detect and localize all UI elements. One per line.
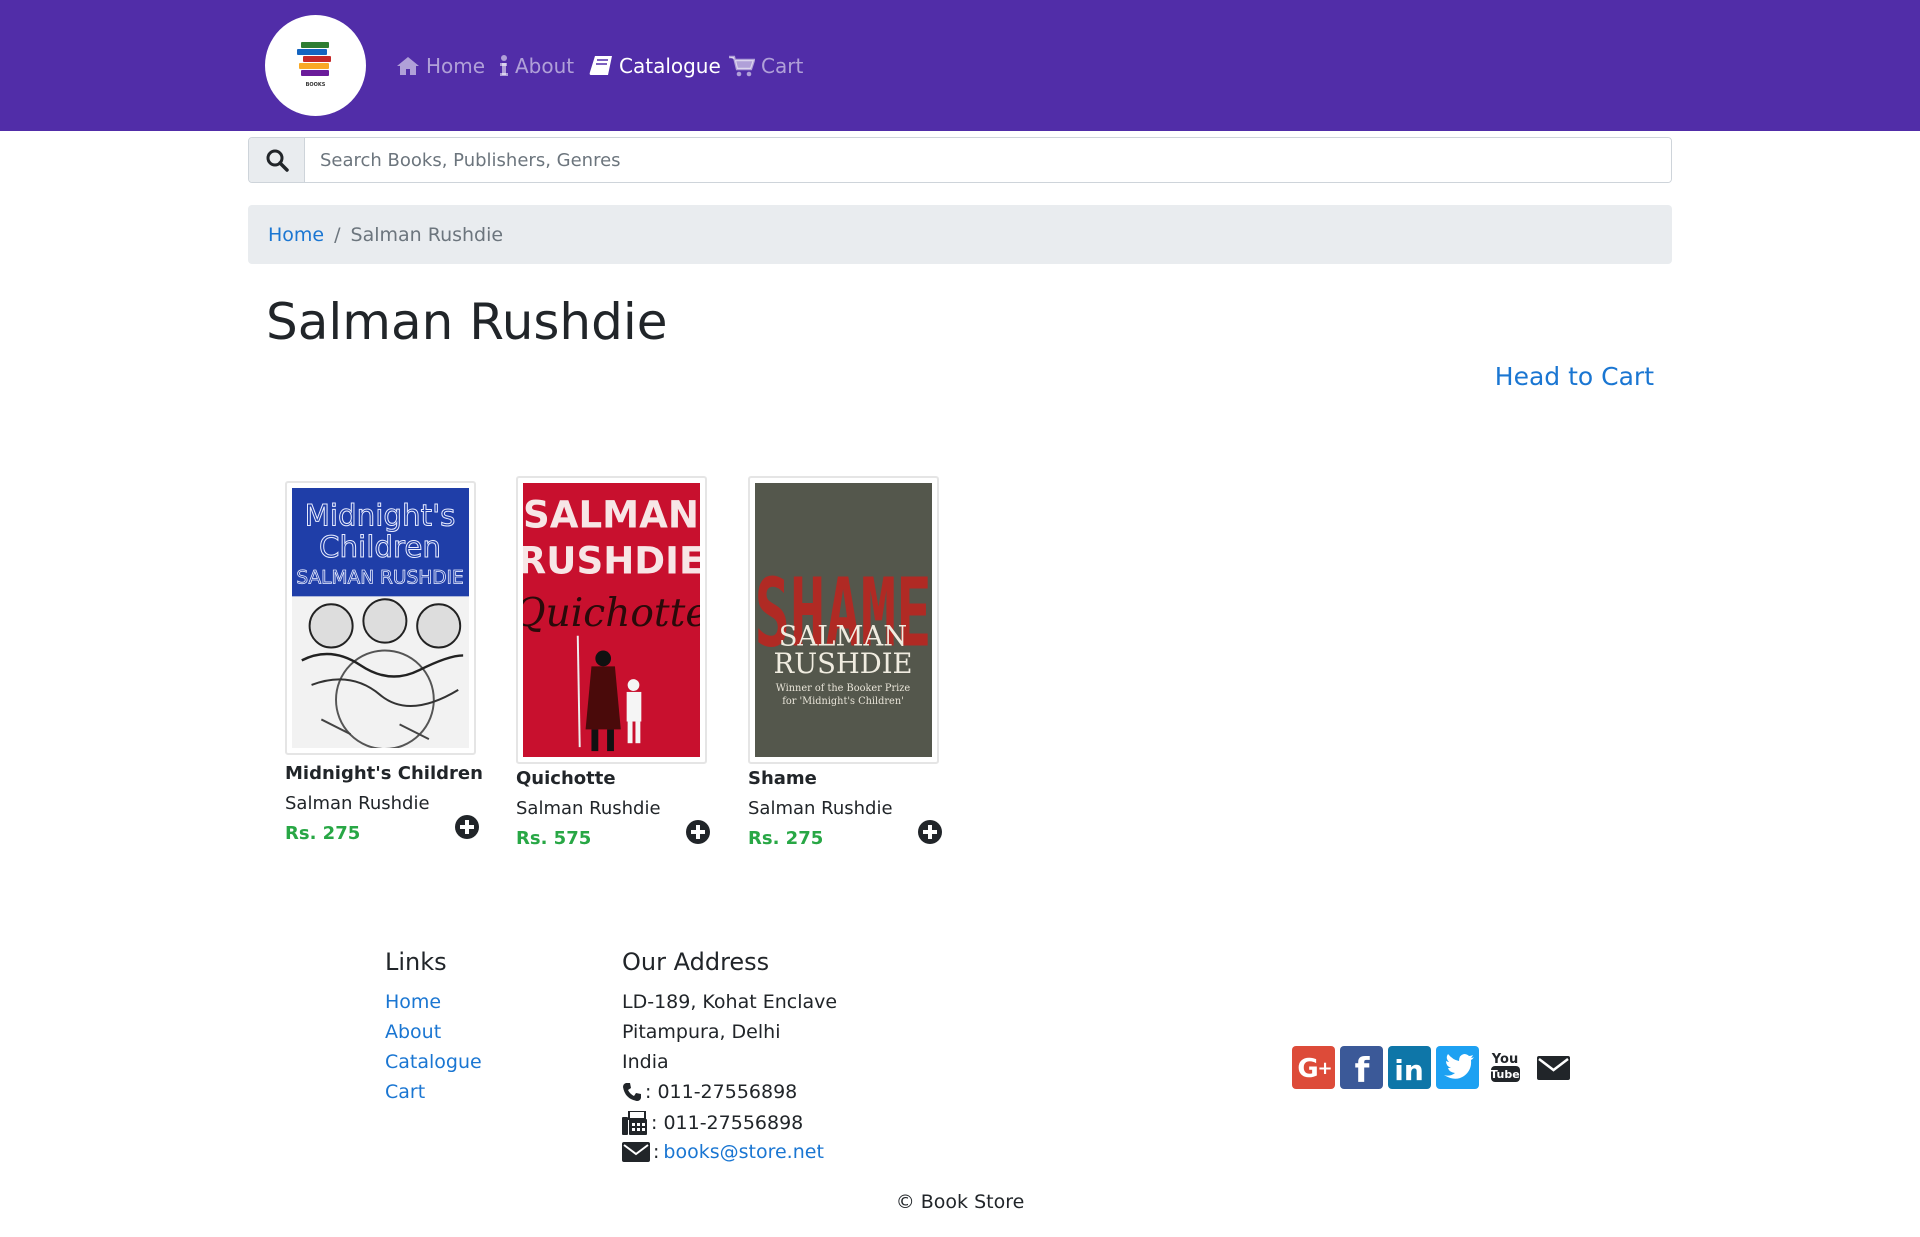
footer-link-catalogue[interactable]: Catalogue [385, 1051, 482, 1073]
svg-text:SALMAN RUSHDIE: SALMAN RUSHDIE [296, 567, 463, 588]
svg-text:in: in [1394, 1054, 1424, 1087]
email-link[interactable]: books@store.net [663, 1141, 824, 1163]
book-author: Salman Rushdie [516, 798, 661, 819]
svg-text:+: + [1317, 1058, 1332, 1079]
head-to-cart-link[interactable]: Head to Cart [1495, 362, 1654, 391]
book-author: Salman Rushdie [748, 798, 893, 819]
store-logo[interactable]: BOOKS [265, 15, 366, 116]
nav-about-label: About [515, 54, 575, 78]
phone-icon [623, 1083, 641, 1101]
nav-catalogue[interactable]: Catalogue [589, 50, 721, 82]
svg-text:You: You [1491, 1052, 1518, 1067]
phone-line: : 011-27556898 [622, 1081, 797, 1103]
logo-text: BOOKS [305, 82, 326, 88]
breadcrumb-separator: / [334, 223, 341, 246]
breadcrumb: Home / Salman Rushdie [248, 205, 1672, 264]
book-title[interactable]: Midnight's Children [285, 763, 483, 784]
breadcrumb-home-link[interactable]: Home [268, 224, 324, 246]
book-title[interactable]: Shame [748, 768, 817, 789]
search-button[interactable] [249, 138, 305, 182]
book-price: Rs. 275 [748, 828, 824, 849]
breadcrumb-current: Salman Rushdie [350, 223, 504, 246]
add-to-cart-icon[interactable] [455, 815, 479, 839]
email-prefix: : [653, 1141, 660, 1163]
twitter-icon[interactable] [1436, 1046, 1479, 1089]
envelope-icon [622, 1142, 650, 1162]
svg-text:SALMAN: SALMAN [523, 492, 699, 536]
book-title[interactable]: Quichotte [516, 768, 616, 789]
nav-catalogue-label: Catalogue [619, 54, 721, 78]
address-line-2: Pitampura, Delhi [622, 1021, 781, 1043]
book-author: Salman Rushdie [285, 793, 430, 814]
nav-cart[interactable]: Cart [729, 50, 803, 82]
book-cover[interactable]: Midnight's Children SALMAN RUSHDIE [285, 481, 476, 755]
phone-number: : 011-27556898 [645, 1081, 798, 1103]
books-stack-icon [297, 42, 331, 76]
svg-text:RUSHDIE: RUSHDIE [523, 539, 700, 583]
svg-text:Children: Children [319, 530, 441, 564]
svg-text:RUSHDIE: RUSHDIE [774, 648, 913, 680]
svg-text:for 'Midnight's Children': for 'Midnight's Children' [782, 696, 904, 707]
address-line-1: LD-189, Kohat Enclave [622, 991, 838, 1013]
linkedin-icon[interactable]: in [1388, 1046, 1431, 1089]
add-to-cart-icon[interactable] [918, 820, 942, 844]
book-cover[interactable]: SALMAN RUSHDIE Quichotte [516, 476, 707, 764]
book-cover-image: SHAME SALMAN RUSHDIE Winner of the Booke… [755, 483, 932, 757]
svg-text:Winner of the Booker Prize: Winner of the Booker Prize [776, 683, 911, 694]
search-bar [248, 137, 1672, 183]
footer-address-heading: Our Address [622, 948, 770, 976]
email-envelope-icon[interactable] [1532, 1046, 1575, 1089]
email-line: : books@store.net [622, 1141, 824, 1163]
svg-text:Quichotte: Quichotte [523, 591, 700, 636]
facebook-icon[interactable]: f [1340, 1046, 1383, 1089]
footer-link-about[interactable]: About [385, 1021, 441, 1043]
book-cover-image: SALMAN RUSHDIE Quichotte [523, 483, 700, 757]
copyright: © Book Store [895, 1191, 1025, 1213]
youtube-icon[interactable]: You Tube [1484, 1046, 1527, 1089]
page-title: Salman Rushdie [266, 293, 668, 351]
nav-about[interactable]: About [499, 50, 574, 82]
top-navbar: BOOKS Home About Catalogue Cart [0, 0, 1920, 131]
cart-icon [729, 55, 755, 77]
home-icon [397, 57, 419, 75]
fax-icon [622, 1111, 647, 1135]
book-icon [589, 56, 612, 75]
svg-text:Tube: Tube [1490, 1068, 1519, 1081]
book-price: Rs. 575 [516, 828, 592, 849]
footer-links-heading: Links [385, 948, 447, 976]
search-icon [266, 149, 289, 172]
nav-home[interactable]: Home [396, 50, 485, 82]
fax-line: : 011-27556898 [622, 1111, 803, 1135]
address-line-3: India [622, 1051, 669, 1073]
add-to-cart-icon[interactable] [686, 820, 710, 844]
book-cover[interactable]: SHAME SALMAN RUSHDIE Winner of the Booke… [748, 476, 939, 764]
svg-text:Midnight's: Midnight's [305, 498, 456, 532]
info-icon [500, 55, 508, 76]
svg-text:f: f [1355, 1051, 1371, 1089]
footer-link-cart[interactable]: Cart [385, 1081, 425, 1103]
fax-number: : 011-27556898 [651, 1112, 804, 1134]
svg-text:G: G [1297, 1054, 1318, 1084]
book-cover-image: Midnight's Children SALMAN RUSHDIE [292, 488, 469, 748]
footer-link-home[interactable]: Home [385, 991, 441, 1013]
book-price: Rs. 275 [285, 823, 361, 844]
google-plus-icon[interactable]: G + [1292, 1046, 1335, 1089]
search-input[interactable] [305, 138, 1671, 182]
nav-home-label: Home [426, 54, 486, 78]
nav-cart-label: Cart [761, 54, 804, 78]
